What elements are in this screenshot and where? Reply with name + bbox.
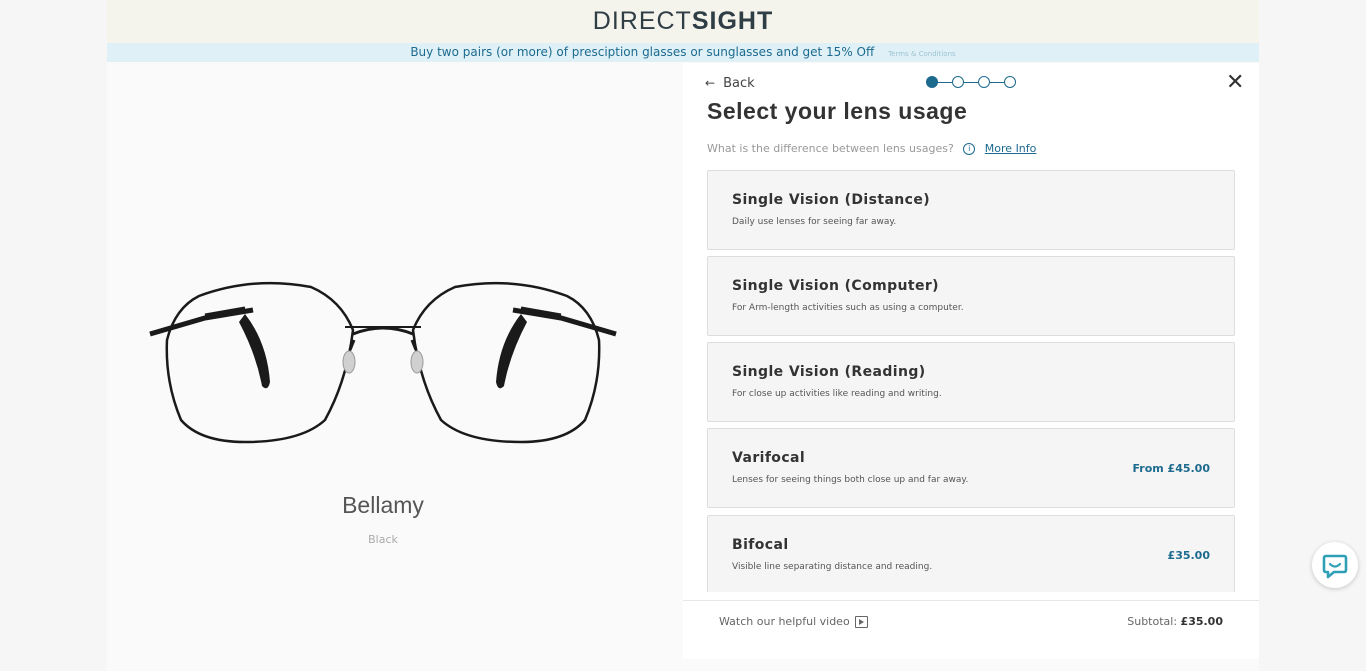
question-text: What is the difference between lens usag… xyxy=(707,142,954,155)
option-single-vision-reading[interactable]: Single Vision (Reading) For close up act… xyxy=(707,342,1235,422)
option-desc: Daily use lenses for seeing far away. xyxy=(732,217,897,227)
page: DIRECTSIGHT Buy two pairs (or more) of p… xyxy=(107,0,1259,671)
product-name: Bellamy xyxy=(342,492,424,518)
step-2 xyxy=(952,76,964,88)
video-link[interactable]: Watch our helpful video xyxy=(719,615,868,628)
video-label: Watch our helpful video xyxy=(719,615,850,628)
option-name: Single Vision (Distance) xyxy=(732,192,931,208)
back-label: Back xyxy=(723,76,755,91)
close-icon[interactable]: ✕ xyxy=(1226,72,1244,94)
option-single-vision-distance[interactable]: Single Vision (Distance) Daily use lense… xyxy=(707,170,1235,250)
lens-question: What is the difference between lens usag… xyxy=(707,142,1036,155)
subtotal-value: £35.00 xyxy=(1180,615,1223,628)
product-color: Black xyxy=(368,533,398,546)
chat-button[interactable] xyxy=(1312,542,1358,588)
info-icon[interactable]: i xyxy=(963,143,976,155)
option-varifocal[interactable]: Varifocal Lenses for seeing things both … xyxy=(707,428,1235,508)
arrow-left-icon: ← xyxy=(705,76,716,90)
option-bifocal[interactable]: Bifocal Visible line separating distance… xyxy=(707,515,1235,592)
option-price: £35.00 xyxy=(1167,549,1210,562)
more-info-link[interactable]: More Info xyxy=(985,142,1037,155)
play-icon xyxy=(854,616,868,628)
subtotal: Subtotal: £35.00 xyxy=(1127,615,1223,628)
chat-icon xyxy=(1322,554,1348,579)
lens-options-list[interactable]: Single Vision (Distance) Daily use lense… xyxy=(707,170,1235,592)
step-4 xyxy=(1004,76,1016,88)
option-single-vision-computer[interactable]: Single Vision (Computer) For Arm-length … xyxy=(707,256,1235,336)
option-name: Varifocal xyxy=(732,450,806,466)
site-header: DIRECTSIGHT xyxy=(107,0,1259,43)
logo[interactable]: DIRECTSIGHT xyxy=(107,7,1259,36)
back-button[interactable]: ← Back xyxy=(705,76,755,91)
panel-footer: Watch our helpful video Subtotal: £35.00 xyxy=(683,600,1259,660)
terms-link[interactable]: Terms & Conditions xyxy=(888,50,956,58)
option-name: Single Vision (Reading) xyxy=(732,364,926,380)
option-name: Single Vision (Computer) xyxy=(732,278,939,294)
page-title: Select your lens usage xyxy=(707,98,968,124)
option-desc: Visible line separating distance and rea… xyxy=(732,562,933,572)
option-desc: For Arm-length activities such as using … xyxy=(732,303,964,313)
step-3 xyxy=(978,76,990,88)
step-1 xyxy=(926,76,938,88)
option-desc: For close up activities like reading and… xyxy=(732,389,942,399)
promo-text: Buy two pairs (or more) of presciption g… xyxy=(410,45,875,59)
option-desc: Lenses for seeing things both close up a… xyxy=(732,475,969,485)
option-name: Bifocal xyxy=(732,537,789,553)
subtotal-label: Subtotal: xyxy=(1127,615,1178,628)
lens-panel: ← Back ✕ Select your lens usage What is t… xyxy=(683,63,1259,659)
promo-banner: Buy two pairs (or more) of presciption g… xyxy=(107,43,1259,62)
option-price: From £45.00 xyxy=(1132,462,1210,475)
glasses-image xyxy=(149,281,617,444)
